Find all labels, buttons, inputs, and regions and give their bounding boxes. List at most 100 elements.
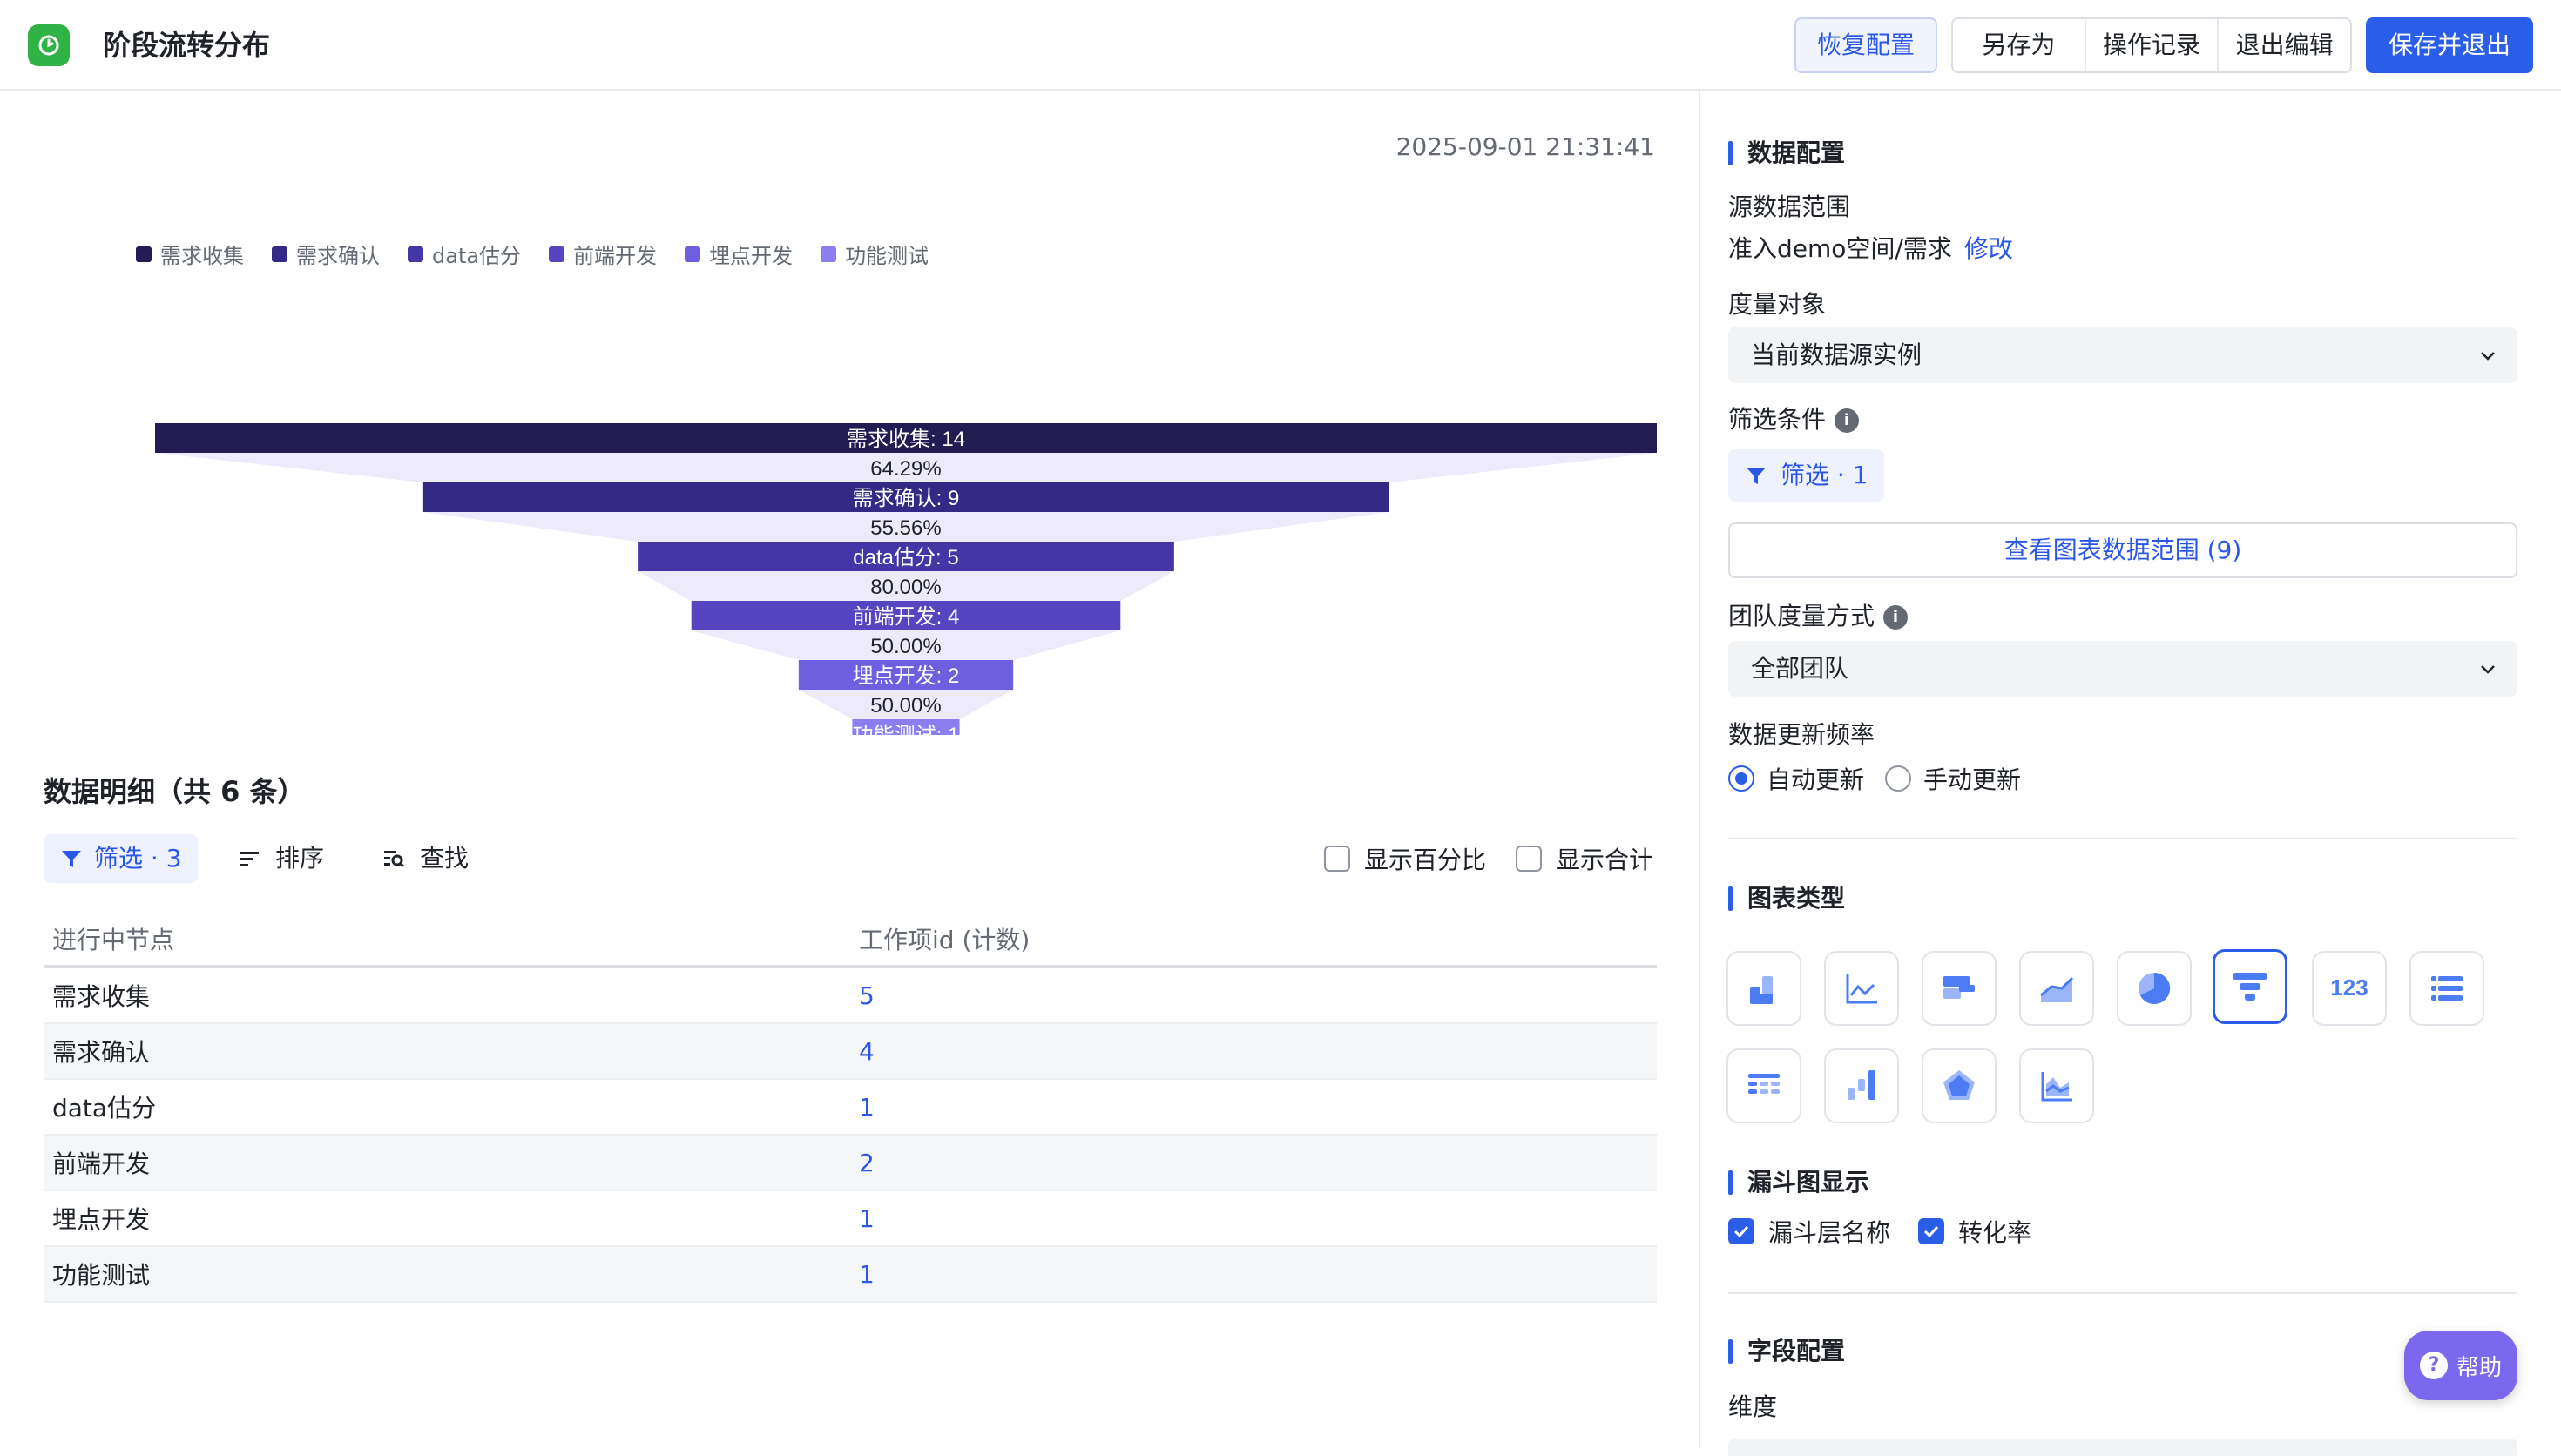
- column-header-count[interactable]: 工作项id (计数): [850, 921, 1657, 956]
- conversion-rate-label: 55.56%: [870, 516, 941, 540]
- count-cell[interactable]: 4: [850, 1037, 1657, 1066]
- update-timestamp: 2025-09-01 21:31:41: [1395, 132, 1655, 161]
- help-icon: ?: [2419, 1352, 2448, 1379]
- legend-item[interactable]: 前端开发: [549, 239, 657, 269]
- filter-cond-label: 筛选条件: [1728, 405, 1827, 434]
- conversion-rate-label: 转化率: [1958, 1218, 2032, 1247]
- source-range-label: 源数据范围: [1728, 192, 1851, 221]
- chart-type-area[interactable]: [2019, 951, 2094, 1026]
- sort-label: 排序: [275, 844, 325, 873]
- chart-type-bar[interactable]: [1726, 951, 1801, 1026]
- info-icon[interactable]: i: [1835, 408, 1860, 433]
- exit-edit-button[interactable]: 退出编辑: [2219, 19, 2350, 71]
- funnel-bar-label: 功能测试: 1: [853, 724, 960, 735]
- checkbox-checked[interactable]: [1728, 1218, 1754, 1244]
- check-icon: [1923, 1225, 1939, 1238]
- sort-button[interactable]: 排序: [237, 834, 324, 883]
- detail-title: 数据明细（共 6 条）: [44, 775, 306, 808]
- legend-item[interactable]: 埋点开发: [685, 239, 793, 269]
- table-row[interactable]: 埋点开发 1: [44, 1191, 1657, 1247]
- team-measure-label: 团队度量方式: [1728, 602, 1875, 630]
- operation-history-button[interactable]: 操作记录: [2086, 19, 2220, 71]
- find-icon: [384, 851, 405, 868]
- conversion-rate-label: 80.00%: [870, 576, 941, 599]
- manual-update-radio[interactable]: [1885, 765, 1912, 792]
- chart-type-list[interactable]: [2409, 951, 2484, 1026]
- restore-config-button[interactable]: 恢复配置: [1794, 17, 1937, 73]
- filter-icon: [1747, 468, 1766, 484]
- legend-item[interactable]: 需求确认: [272, 239, 380, 269]
- funnel-layer-name-label: 漏斗层名称: [1768, 1218, 1891, 1247]
- info-icon[interactable]: i: [1883, 605, 1909, 630]
- detail-filter-button[interactable]: 筛选 · 3: [44, 834, 198, 883]
- funnel-layer-name-checkbox[interactable]: 漏斗层名称: [1728, 1214, 1890, 1249]
- legend-label: data估分: [432, 244, 522, 268]
- show-total-checkbox[interactable]: 显示合计: [1516, 834, 1653, 883]
- table-row[interactable]: data估分 1: [44, 1080, 1657, 1136]
- legend-label: 功能测试: [845, 244, 929, 268]
- chart-type-horizontal-bar[interactable]: [1922, 951, 1997, 1026]
- legend-item[interactable]: 需求收集: [136, 239, 244, 269]
- legend-label: 需求确认: [296, 244, 380, 268]
- show-percent-checkbox[interactable]: 显示百分比: [1324, 834, 1486, 883]
- chart-type-pivot-table[interactable]: [1726, 1048, 1801, 1123]
- chart-type-line[interactable]: [1824, 951, 1899, 1026]
- chart-type-radar[interactable]: [1922, 1048, 1997, 1123]
- sidebar-filter-button[interactable]: 筛选 · 1: [1728, 449, 1884, 502]
- chart-type-number[interactable]: 123: [2312, 951, 2387, 1026]
- count-cell[interactable]: 1: [850, 1260, 1657, 1289]
- chart-type-waterfall[interactable]: [1824, 1048, 1899, 1123]
- table-row[interactable]: 功能测试 1: [44, 1247, 1657, 1303]
- count-cell[interactable]: 5: [850, 981, 1657, 1010]
- conversion-rate-label: 64.29%: [870, 457, 941, 481]
- chart-type-combo[interactable]: [2019, 1048, 2094, 1123]
- checkbox-checked[interactable]: [1918, 1218, 1944, 1244]
- column-header-node[interactable]: 进行中节点: [44, 921, 850, 956]
- table-row[interactable]: 需求确认 4: [44, 1024, 1657, 1080]
- chart-type-funnel[interactable]: [2213, 949, 2287, 1024]
- find-label: 查找: [420, 844, 470, 873]
- show-percent-label: 显示百分比: [1364, 846, 1487, 874]
- number-card-icon: 123: [2330, 974, 2368, 1001]
- funnel-bar-label: 需求确认: 9: [853, 487, 960, 510]
- divider: [1728, 838, 2517, 839]
- funnel-bar-label: 埋点开发: 2: [853, 664, 960, 688]
- auto-update-radio[interactable]: [1728, 765, 1754, 792]
- app-clock-icon: [28, 24, 70, 66]
- team-measure-select[interactable]: 全部团队: [1728, 641, 2517, 697]
- legend-item[interactable]: 功能测试: [821, 239, 929, 269]
- legend-label: 需求收集: [160, 244, 244, 268]
- team-measure-value: 全部团队: [1751, 654, 1849, 683]
- check-icon: [1733, 1225, 1749, 1238]
- chart-legend: 需求收集 需求确认 data估分 前端开发 埋点开发 功能测试: [136, 239, 929, 269]
- modify-link[interactable]: 修改: [1964, 234, 2013, 263]
- count-cell[interactable]: 1: [850, 1093, 1657, 1122]
- filter-icon: [62, 851, 81, 867]
- dimension-label: 维度: [1728, 1392, 1778, 1421]
- save-and-exit-button[interactable]: 保存并退出: [2366, 17, 2533, 73]
- source-range-value-row: 准入demo空间/需求 修改: [1728, 233, 2013, 265]
- help-button[interactable]: ? 帮助: [2404, 1331, 2517, 1400]
- find-button[interactable]: 查找: [382, 834, 469, 883]
- save-as-button[interactable]: 另存为: [1953, 19, 2086, 71]
- show-percent-box[interactable]: [1324, 846, 1350, 872]
- legend-item[interactable]: data估分: [408, 239, 521, 269]
- chart-type-pie[interactable]: [2117, 951, 2192, 1026]
- team-measure-label-row: 团队度量方式 i: [1728, 601, 1909, 632]
- conversion-rate-checkbox[interactable]: 转化率: [1918, 1214, 2031, 1249]
- line-chart-icon: [1846, 974, 1877, 1004]
- view-chart-range-button[interactable]: 查看图表数据范围 (9): [1728, 522, 2517, 578]
- dimension-select[interactable]: [1728, 1439, 2517, 1456]
- node-cell: 功能测试: [52, 1261, 151, 1290]
- table-row[interactable]: 需求收集 5: [44, 968, 1657, 1024]
- count-cell[interactable]: 1: [850, 1204, 1657, 1233]
- count-cell[interactable]: 2: [850, 1149, 1657, 1177]
- measure-target-select[interactable]: 当前数据源实例: [1728, 327, 2517, 383]
- chart-type-title: 图表类型: [1728, 883, 1845, 914]
- table-header: 进行中节点 工作项id (计数): [44, 913, 1657, 968]
- table-row[interactable]: 前端开发 2: [44, 1136, 1657, 1191]
- bar-chart-icon: [1750, 976, 1773, 1004]
- show-total-box[interactable]: [1516, 846, 1542, 872]
- area-chart-icon: [2040, 976, 2074, 1002]
- radar-chart-icon: [1943, 1070, 1975, 1100]
